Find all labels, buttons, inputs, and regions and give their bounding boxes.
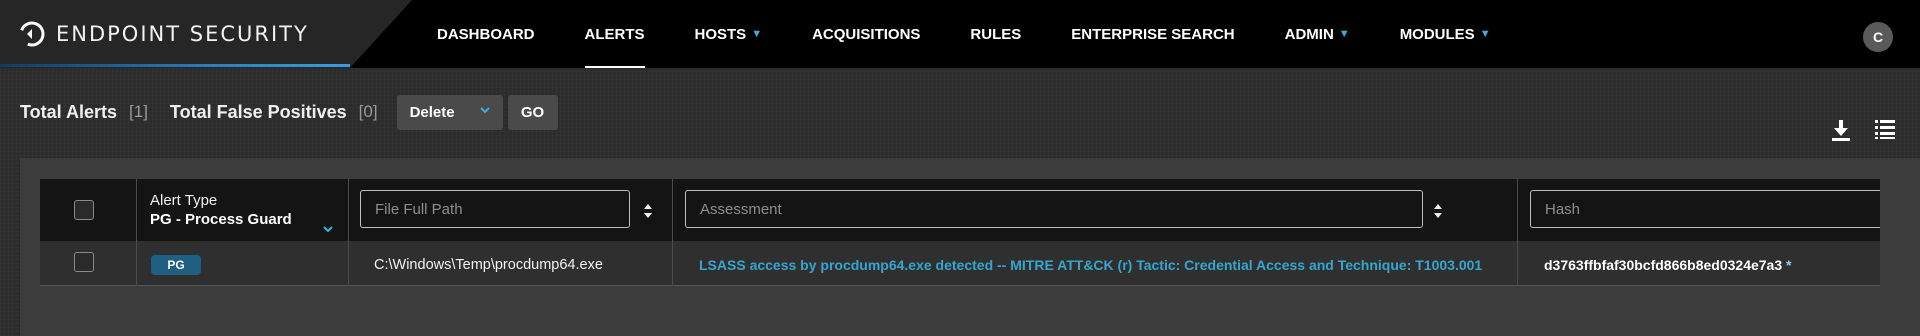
total-alerts-count: [1] <box>129 102 148 121</box>
hash-filter-input[interactable] <box>1530 190 1880 228</box>
alerts-table: Alert Type PG - Process Guard PG C:\Wind… <box>40 179 1880 291</box>
false-positives-count: [0] <box>358 102 378 121</box>
bulk-action-select[interactable]: Delete <box>396 94 503 130</box>
table-header: Alert Type PG - Process Guard <box>40 179 1880 241</box>
hash-marker: * <box>1786 257 1792 273</box>
download-icon[interactable] <box>1830 118 1852 142</box>
assessment-link[interactable]: LSASS access by procdump64.exe detected … <box>699 257 1482 273</box>
nav-enterprise-search-label: ENTERPRISE SEARCH <box>1071 25 1235 43</box>
nav-modules[interactable]: MODULES ▼ <box>1400 0 1491 68</box>
brand-accent-bar <box>0 64 350 67</box>
list-icon[interactable] <box>1874 118 1896 140</box>
false-positives-label: Total False Positives <box>169 101 347 122</box>
nav-rules[interactable]: RULES <box>970 0 1021 68</box>
column-divider <box>136 179 137 286</box>
chevron-down-icon <box>479 106 490 113</box>
hash-cell[interactable]: d3763ffbfaf30bcfd866b8ed0324e7a3 * <box>1544 257 1791 273</box>
sort-icon[interactable] <box>643 203 653 219</box>
row-select-checkbox[interactable] <box>74 252 94 272</box>
column-divider <box>672 179 673 286</box>
nav-alerts[interactable]: ALERTS <box>584 0 645 68</box>
nav-enterprise-search[interactable]: ENTERPRISE SEARCH <box>1071 0 1234 68</box>
main-nav: DASHBOARD ALERTS HOSTS ▼ ACQUISITIONS RU… <box>437 0 1541 68</box>
brand-logo-icon <box>19 21 45 47</box>
user-avatar[interactable]: C <box>1863 22 1893 52</box>
nav-acquisitions[interactable]: ACQUISITIONS <box>812 0 920 68</box>
nav-hosts-label: HOSTS <box>694 25 747 43</box>
chevron-down-icon: ▼ <box>1338 28 1350 40</box>
alert-type-filter-value[interactable]: PG - Process Guard <box>150 211 292 228</box>
brand-name: ENDPOINT SECURITY <box>56 22 309 46</box>
alerts-summary: Total Alerts [1] Total False Positives [… <box>20 94 558 130</box>
alert-type-column-title: Alert Type <box>150 192 218 209</box>
assessment-filter-input[interactable] <box>685 190 1423 228</box>
chevron-down-icon[interactable] <box>322 223 334 235</box>
nav-dashboard-label: DASHBOARD <box>437 25 535 43</box>
total-alerts-label: Total Alerts <box>20 101 118 122</box>
alert-type-badge: PG <box>151 255 201 275</box>
nav-dashboard[interactable]: DASHBOARD <box>437 0 535 68</box>
nav-alerts-label: ALERTS <box>584 25 645 43</box>
chevron-down-icon: ▼ <box>751 28 763 40</box>
nav-acquisitions-label: ACQUISITIONS <box>812 25 921 43</box>
column-divider <box>1517 179 1518 286</box>
file-path-cell: C:\Windows\Temp\procdump64.exe <box>374 257 603 273</box>
hash-value: d3763ffbfaf30bcfd866b8ed0324e7a3 <box>1544 257 1783 273</box>
brand[interactable]: ENDPOINT SECURITY <box>18 20 309 48</box>
chevron-down-icon: ▼ <box>1479 28 1491 40</box>
nav-admin[interactable]: ADMIN ▼ <box>1285 0 1350 68</box>
nav-hosts[interactable]: HOSTS ▼ <box>695 0 763 68</box>
column-divider <box>348 179 349 286</box>
nav-rules-label: RULES <box>970 25 1022 43</box>
top-navbar: ENDPOINT SECURITY DASHBOARD ALERTS HOSTS… <box>0 0 1920 68</box>
nav-modules-label: MODULES <box>1399 25 1475 43</box>
select-all-checkbox[interactable] <box>74 200 94 220</box>
bulk-action-value: Delete <box>409 103 455 121</box>
nav-admin-label: ADMIN <box>1284 25 1334 43</box>
sort-icon[interactable] <box>1433 203 1443 219</box>
go-button[interactable]: GO <box>507 94 558 130</box>
file-path-filter-input[interactable] <box>360 190 630 228</box>
